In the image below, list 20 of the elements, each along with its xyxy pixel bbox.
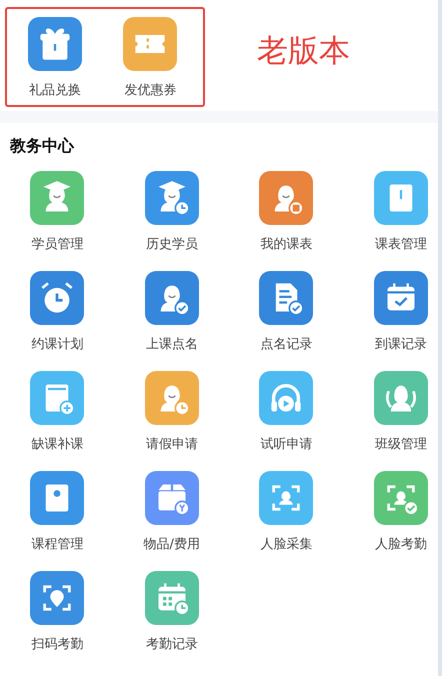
menu-item[interactable]: 约课计划 xyxy=(0,271,114,365)
menu-item[interactable]: 缺课补课 xyxy=(0,371,114,465)
menu-item[interactable]: 人脸采集 xyxy=(229,471,344,565)
section-title: 教务中心 xyxy=(10,135,76,157)
menu-item[interactable]: 历史学员 xyxy=(114,171,229,265)
menu-item[interactable]: 到课记录 xyxy=(344,271,438,365)
menu-item[interactable]: 学员管理 xyxy=(0,171,114,265)
annotation-text: 老版本 xyxy=(257,32,350,71)
menu-item[interactable]: 课表管理 xyxy=(344,171,438,265)
menu-item[interactable]: 点名记录 xyxy=(229,271,344,365)
menu-item[interactable]: 上课点名 xyxy=(114,271,229,365)
menu-item[interactable]: 扫码考勤 xyxy=(0,571,114,665)
menu-item[interactable]: 课程管理 xyxy=(0,471,114,565)
menu-item[interactable]: 物品/费用 xyxy=(114,471,229,565)
menu-item[interactable]: 班级管理 xyxy=(344,371,438,465)
menu-item[interactable]: 人脸考勤 xyxy=(344,471,438,565)
menu-item[interactable]: 试听申请 xyxy=(229,371,344,465)
menu-item[interactable]: 请假申请 xyxy=(114,371,229,465)
menu-item[interactable]: 考勤记录 xyxy=(114,571,229,665)
menu-item[interactable]: 我的课表 xyxy=(229,171,344,265)
